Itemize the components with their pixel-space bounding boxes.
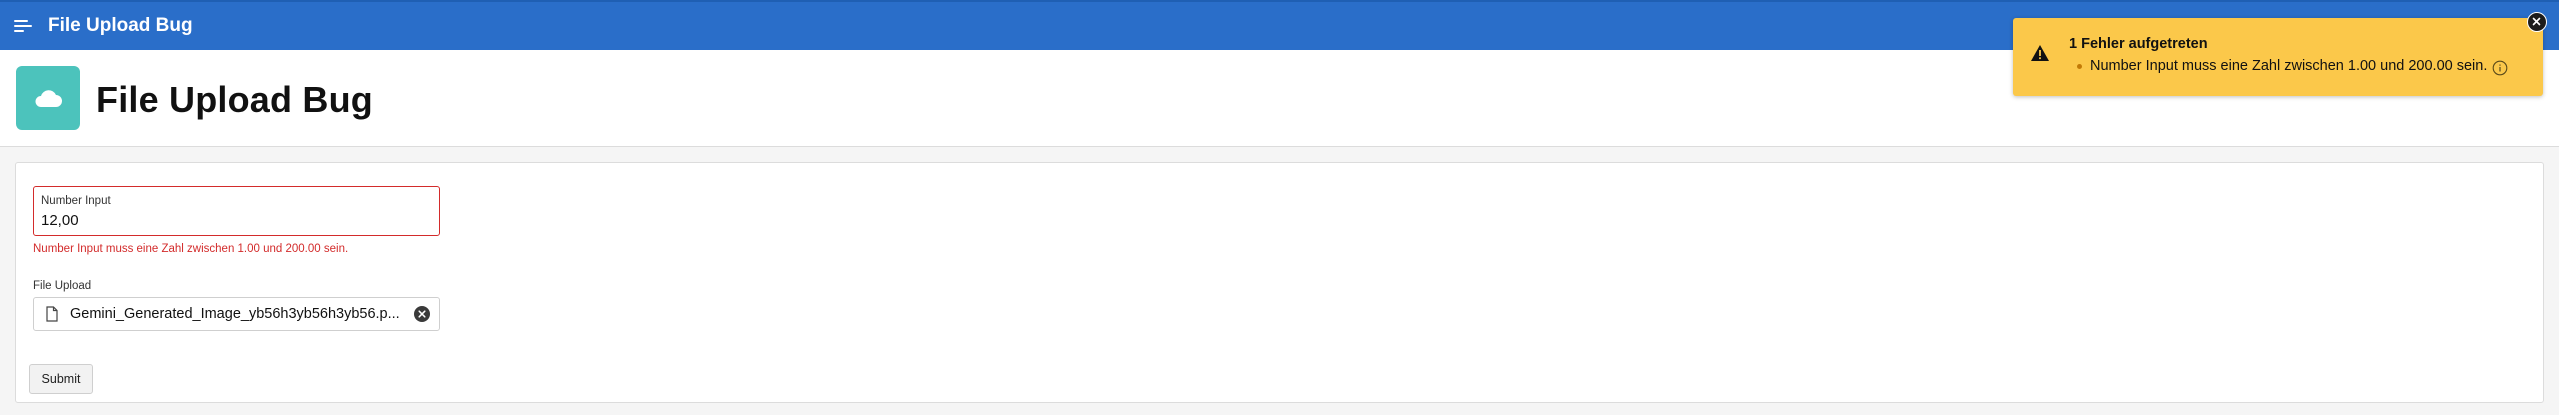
cloud-icon [16, 66, 80, 130]
menu-line-icon [14, 20, 28, 22]
bullet-icon [2077, 64, 2082, 69]
file-upload-field[interactable]: Gemini_Generated_Image_yb56h3yb56h3yb56.… [33, 297, 440, 331]
number-input-field[interactable]: Number Input [33, 186, 440, 236]
menu-line-icon [14, 25, 32, 27]
error-notification: 1 Fehler aufgetreten Number Input muss e… [2013, 18, 2543, 96]
close-notification-button[interactable] [2527, 12, 2547, 32]
uploaded-file-name: Gemini_Generated_Image_yb56h3yb56h3yb56.… [70, 306, 400, 322]
number-input[interactable] [41, 210, 421, 230]
submit-button[interactable]: Submit [29, 364, 93, 394]
file-upload-label: File Upload [33, 280, 92, 292]
hamburger-menu-button[interactable] [12, 17, 36, 37]
file-icon [46, 306, 58, 322]
notification-message[interactable]: Number Input muss eine Zahl zwischen 1.0… [2090, 58, 2487, 74]
clear-file-icon[interactable] [414, 306, 430, 322]
cloud-shape [35, 90, 62, 107]
page-title: File Upload Bug [96, 79, 373, 120]
form-region: Number Input Number Input muss eine Zahl… [15, 162, 2544, 403]
number-input-label: Number Input [41, 195, 111, 207]
notification-title: 1 Fehler aufgetreten [2069, 36, 2208, 52]
app-title[interactable]: File Upload Bug [48, 13, 193, 39]
number-input-error: Number Input muss eine Zahl zwischen 1.0… [33, 243, 349, 255]
warning-icon [2031, 45, 2049, 61]
info-icon[interactable] [2492, 60, 2508, 76]
close-icon [2532, 17, 2541, 26]
menu-line-icon [14, 30, 24, 32]
x-mark [418, 310, 426, 318]
